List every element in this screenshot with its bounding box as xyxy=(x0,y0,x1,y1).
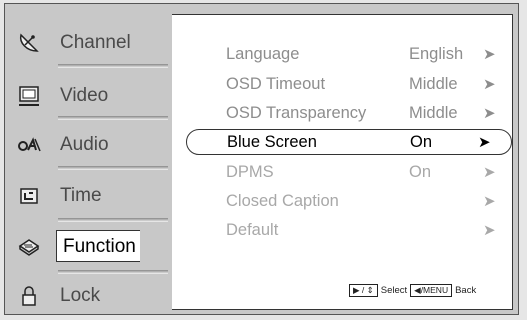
menu-row-default[interactable]: Default ➤ xyxy=(192,218,508,244)
right-arrow-icon: ➤ xyxy=(478,134,491,151)
monitor-icon xyxy=(12,79,46,113)
menu-row-value: On xyxy=(409,163,432,181)
toolbox-icon xyxy=(12,229,46,263)
menu-row-osd-timeout[interactable]: OSD Timeout Middle ➤ xyxy=(192,72,508,98)
select-hint: Select xyxy=(380,285,408,296)
sidebar-item-function[interactable]: Function xyxy=(12,229,177,263)
sidebar-item-label: Lock xyxy=(60,285,101,306)
menu-row-osd-transparency[interactable]: OSD Transparency Middle ➤ xyxy=(192,101,508,127)
menu-row-value: Middle xyxy=(409,104,458,122)
right-arrow-icon: ➤ xyxy=(483,46,496,63)
sidebar-item-lock[interactable]: Lock xyxy=(12,279,172,313)
menu-row-label: Blue Screen xyxy=(227,133,317,151)
right-arrow-icon: ➤ xyxy=(483,105,496,122)
satellite-dish-icon xyxy=(12,26,46,60)
sidebar-item-label: Time xyxy=(60,185,102,206)
sidebar-item-label: Function xyxy=(56,230,140,262)
menu-row-label: Closed Caption xyxy=(226,192,339,210)
back-hint: Back xyxy=(455,285,477,296)
padlock-icon xyxy=(12,279,46,313)
menu-row-blue-screen[interactable]: Blue Screen On ➤ xyxy=(186,129,512,155)
menu-key-hint: ◀/MENU xyxy=(410,284,453,297)
sidebar-divider xyxy=(58,270,168,274)
right-arrow-icon: ➤ xyxy=(483,222,496,239)
menu-row-label: OSD Timeout xyxy=(226,75,326,93)
right-arrow-icon: ➤ xyxy=(483,193,496,210)
sidebar-divider xyxy=(58,166,168,170)
nav-key-hint: ▶ / ⇕ xyxy=(349,284,378,297)
menu-row-value: On xyxy=(410,133,433,151)
sidebar-divider xyxy=(58,218,168,222)
sidebar-item-time[interactable]: Time xyxy=(12,179,172,213)
clock-icon xyxy=(12,179,46,213)
menu-row-label: DPMS xyxy=(226,163,274,181)
sidebar-item-label: Channel xyxy=(60,32,131,53)
sidebar-divider xyxy=(58,116,168,120)
menu-row-closed-caption[interactable]: Closed Caption ➤ xyxy=(192,189,508,215)
right-arrow-icon: ➤ xyxy=(483,164,496,181)
sidebar-item-video[interactable]: Video xyxy=(12,79,172,113)
menu-row-value: English xyxy=(409,45,464,63)
menu-row-label: Default xyxy=(226,221,279,239)
sidebar-item-channel[interactable]: Channel xyxy=(12,26,172,60)
sidebar-item-audio[interactable]: Audio xyxy=(12,128,172,162)
menu-row-label: Language xyxy=(226,45,300,63)
menu-row-value: Middle xyxy=(409,75,458,93)
menu-row-dpms[interactable]: DPMS On ➤ xyxy=(192,160,508,186)
audio-icon xyxy=(12,128,46,162)
menu-row-language[interactable]: Language English ➤ xyxy=(192,42,508,68)
right-arrow-icon: ➤ xyxy=(483,76,496,93)
sidebar-item-label: Audio xyxy=(60,134,109,155)
sidebar-divider xyxy=(58,64,168,68)
sidebar-item-label: Video xyxy=(60,85,109,106)
help-bar: ▶ / ⇕ Select ◀/MENU Back xyxy=(349,284,476,297)
menu-row-label: OSD Transparency xyxy=(226,104,367,122)
